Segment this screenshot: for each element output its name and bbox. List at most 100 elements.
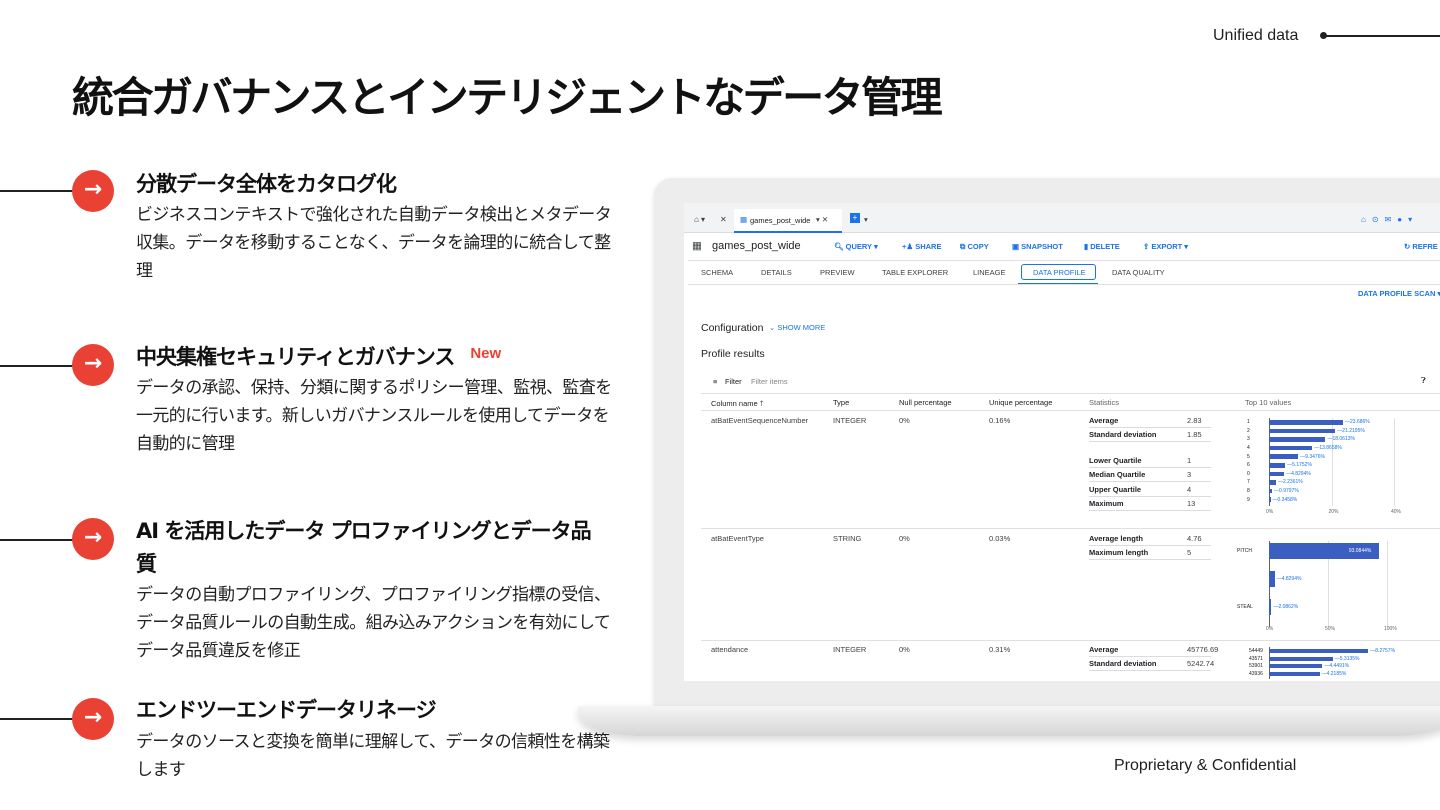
stat-label: Lower Quartile (1089, 456, 1142, 465)
delete-label: DELETE (1090, 242, 1120, 251)
stat-label: Standard deviation (1089, 659, 1157, 668)
category-label: 53901 (1249, 663, 1263, 669)
row-null-pct: 0% (899, 534, 910, 543)
tab-table-explorer[interactable]: TABLE EXPLORER (882, 268, 948, 277)
stat-divider (1089, 441, 1211, 442)
category-label: 6 (1247, 462, 1250, 469)
stat-divider (1089, 510, 1211, 511)
category-label: 0 (1247, 470, 1250, 477)
row-unique-pct: 0.16% (989, 416, 1011, 425)
connector-line (0, 718, 74, 720)
stat-divider (1089, 481, 1211, 482)
stat-label: Maximum (1089, 499, 1124, 508)
query-button[interactable]: 🔍︎ QUERY ▾ (834, 242, 878, 251)
tab-data-quality[interactable]: DATA QUALITY (1112, 268, 1165, 277)
col-header-statistics: Statistics (1089, 398, 1120, 407)
connector-line (0, 190, 74, 192)
col-header-unique: Unique percentage (989, 398, 1053, 407)
tab-label: games_post_wide (750, 216, 811, 225)
value-label: —2.2361% (1277, 479, 1303, 486)
feature-title: 中央集権セキュリティとガバナンス New (136, 341, 501, 376)
stat-label: Upper Quartile (1089, 485, 1142, 494)
stat-value: 1.85 (1187, 430, 1202, 439)
filter-input[interactable]: Filter items (751, 377, 788, 386)
row-type: INTEGER (833, 645, 867, 654)
row-column-name: atBatEventSequenceNumber (711, 416, 809, 425)
stat-divider (1089, 670, 1211, 671)
stat-divider (1089, 545, 1211, 546)
axis-tick-label: 0% (1266, 509, 1274, 515)
tab-schema[interactable]: SCHEMA (701, 268, 733, 277)
value-bar (1269, 428, 1336, 434)
row-column-name: attendance (711, 645, 749, 654)
row-type: STRING (833, 534, 862, 543)
value-label: —4.4491% (1324, 663, 1350, 669)
value-bar (1269, 488, 1273, 494)
show-more-link[interactable]: ⌄ SHOW MORE (769, 323, 825, 332)
connector-line (0, 365, 74, 367)
arrow-right-icon: → (72, 344, 114, 386)
tab-data-profile[interactable]: DATA PROFILE (1033, 268, 1086, 277)
axis-tick-label: 20% (1328, 509, 1339, 515)
delete-button[interactable]: ▮ DELETE (1084, 242, 1120, 251)
row-unique-pct: 0.31% (989, 645, 1011, 654)
top-right-icons[interactable]: ⌂⊙✉●▾ (1361, 215, 1418, 224)
row-column-name: atBatEventType (711, 534, 764, 543)
close-icon[interactable]: ✕ (720, 215, 727, 224)
value-label: —18.0613% (1327, 436, 1355, 443)
stat-divider (1089, 427, 1211, 428)
col-header-top-values: Top 10 values (1245, 398, 1292, 407)
table-icon: ▦ (740, 215, 748, 224)
stat-value: 5242.74 (1187, 659, 1215, 668)
value-bar (1269, 497, 1271, 502)
value-bar (1269, 463, 1286, 468)
row-unique-pct: 0.03% (989, 534, 1011, 543)
axis-tick-label: 0% (1266, 626, 1274, 632)
help-icon[interactable]: ❓︎ (1421, 376, 1426, 386)
stat-divider (1089, 496, 1211, 497)
snapshot-button[interactable]: ▣ SNAPSHOT (1012, 242, 1063, 251)
arrow-right-icon: → (72, 518, 114, 560)
value-bar (1269, 571, 1275, 587)
connector-line (0, 539, 74, 541)
snapshot-icon: ▣ (1012, 242, 1022, 251)
feature-title: エンドツーエンドデータリネージ (136, 698, 437, 722)
value-bar (1269, 445, 1313, 451)
sort-arrow-icon: 🡑 (759, 399, 764, 408)
tab-menu-icon[interactable]: ▾ ✕ (816, 215, 828, 224)
value-bar (1269, 420, 1344, 425)
stat-value: 2.83 (1187, 416, 1202, 425)
value-label: —4.8294% (1276, 576, 1302, 582)
value-bar (1269, 471, 1285, 477)
category-label: STEAL (1237, 604, 1253, 610)
row-null-pct: 0% (899, 645, 910, 654)
stat-value: 3 (1187, 470, 1192, 479)
laptop-base (578, 706, 1440, 736)
chevron-down-icon[interactable]: ▾ (864, 215, 868, 224)
new-tab-icon[interactable]: + (850, 213, 860, 223)
stat-value: 1 (1187, 456, 1192, 465)
gridline (1394, 418, 1395, 506)
copy-button[interactable]: ⧉ COPY (960, 242, 989, 252)
section-line (1324, 35, 1440, 37)
category-label: 43936 (1249, 670, 1263, 677)
share-button[interactable]: +♟ SHARE (902, 242, 941, 251)
feature-description: ビジネスコンテキストで強化された自動データ検出とメタデータ収集。データを移動する… (136, 205, 612, 281)
value-label: —5.3135% (1334, 655, 1360, 662)
home-icon[interactable]: ⌂ ▾ (694, 215, 705, 224)
refresh-label: REFRE (1412, 242, 1438, 251)
category-label: PITCH (1237, 548, 1252, 554)
category-label: 43571 (1249, 655, 1263, 662)
tab-details[interactable]: DETAILS (761, 268, 792, 277)
data-profile-scan-button[interactable]: DATA PROFILE SCAN ▾ (1358, 289, 1440, 298)
tab-lineage[interactable]: LINEAGE (973, 268, 1006, 277)
filter-label: Filter (725, 377, 742, 386)
value-bar (1269, 437, 1326, 442)
stat-label: Average (1089, 645, 1119, 654)
axis-tick-label: 40% (1391, 509, 1402, 515)
export-button[interactable]: ⇪ EXPORT ▾ (1143, 242, 1188, 251)
stat-divider (1089, 656, 1211, 657)
category-label: 2 (1247, 427, 1250, 434)
tab-preview[interactable]: PREVIEW (820, 268, 855, 277)
refresh-button[interactable]: ↻ REFRE (1404, 242, 1438, 251)
